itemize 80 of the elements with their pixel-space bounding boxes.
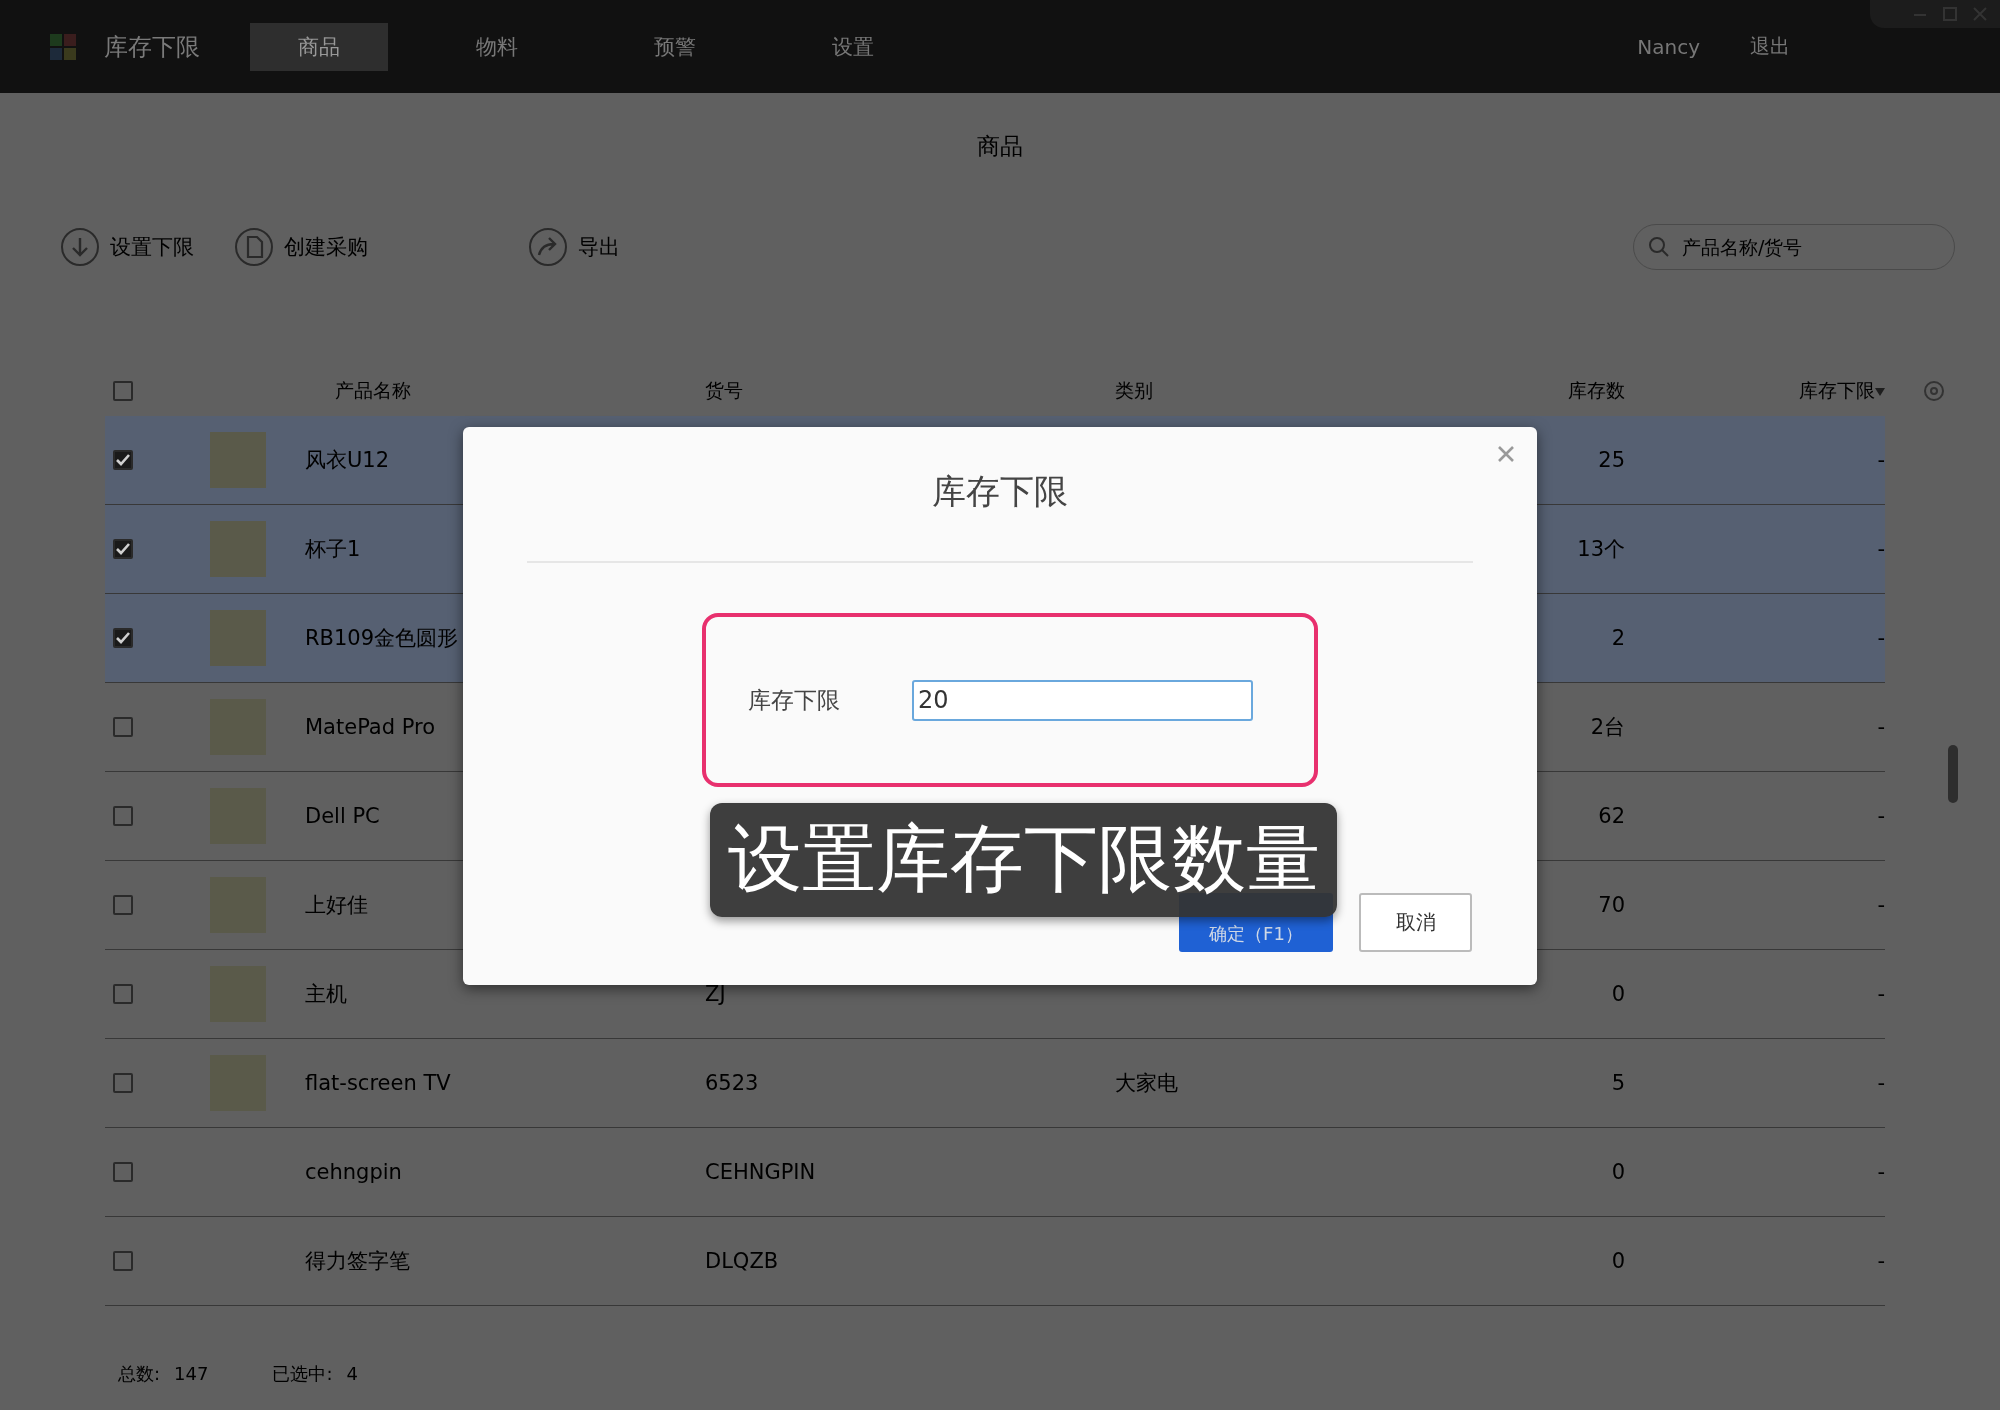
nav-tab[interactable]: 物料 bbox=[428, 22, 566, 71]
table-cell-text: 杯子1 bbox=[305, 536, 362, 563]
total-count: 147 bbox=[174, 1363, 209, 1384]
logo-icon bbox=[48, 31, 78, 62]
page-title: 商品 bbox=[976, 132, 1024, 161]
table-cell-text: - bbox=[1876, 1160, 1885, 1184]
column-header[interactable]: 类别 bbox=[1115, 378, 1515, 404]
table-cell-text: 2台 bbox=[1589, 714, 1625, 741]
table-cell-text: RB109金色圆形 bbox=[305, 625, 460, 652]
caption-overlay: 设置库存下限数量 bbox=[710, 803, 1337, 917]
table-cell-text: 25 bbox=[1597, 448, 1625, 472]
checkbox[interactable] bbox=[113, 895, 133, 915]
total-label: 总数: bbox=[118, 1363, 161, 1384]
table-cell-text: 风衣U12 bbox=[305, 447, 391, 474]
field-label: 库存下限 bbox=[748, 685, 841, 715]
column-header[interactable]: 库存下限 bbox=[1625, 378, 1885, 404]
selected-label: 已选中: bbox=[272, 1363, 333, 1384]
input-field[interactable]: 20 bbox=[912, 679, 1253, 721]
toolbar-button[interactable]: 创建采购 bbox=[234, 227, 368, 267]
table-cell-text: cehngpin bbox=[305, 1160, 403, 1184]
selected-count: 4 bbox=[346, 1363, 358, 1384]
column-header[interactable]: 货号 bbox=[705, 378, 1115, 404]
table-cell-text: 2 bbox=[1610, 626, 1625, 650]
table-cell-text: - bbox=[1876, 1249, 1885, 1273]
cancel-button[interactable]: 取消 bbox=[1359, 893, 1472, 952]
table-cell-text: - bbox=[1876, 448, 1885, 472]
table-cell-text: ZJ bbox=[705, 982, 727, 1006]
table-cell-text: - bbox=[1876, 626, 1885, 650]
table-cell-text: - bbox=[1876, 537, 1885, 561]
table-cell-text: 上好佳 bbox=[305, 892, 369, 919]
table-cell-text: 13个 bbox=[1576, 536, 1625, 563]
toolbar-button[interactable]: 设置下限 bbox=[60, 227, 194, 267]
table-cell-text: 5 bbox=[1610, 1071, 1625, 1095]
search-field[interactable]: 产品名称/货号 bbox=[1633, 224, 1955, 270]
user-name[interactable]: Nancy bbox=[1637, 34, 1700, 59]
toolbar-button[interactable]: 导出 bbox=[528, 227, 620, 267]
table-cell-text: 0 bbox=[1610, 1160, 1625, 1184]
checkbox[interactable] bbox=[113, 1251, 133, 1271]
nav-tab[interactable]: 设置 bbox=[784, 22, 922, 71]
checkbox[interactable] bbox=[113, 806, 133, 826]
table-cell-text: 0 bbox=[1610, 982, 1625, 1006]
table-cell-text: 70 bbox=[1597, 893, 1625, 917]
checkbox[interactable] bbox=[113, 450, 133, 470]
table-cell-text: 大家电 bbox=[1115, 1070, 1179, 1097]
checkbox[interactable] bbox=[113, 984, 133, 1004]
table-cell-text: 主机 bbox=[305, 981, 348, 1008]
checkbox[interactable] bbox=[113, 717, 133, 737]
checkbox[interactable] bbox=[113, 381, 133, 401]
table-cell-text: flat-screen TV bbox=[305, 1071, 452, 1095]
nav-tab[interactable]: 商品 bbox=[250, 22, 388, 71]
dialog-title: 库存下限 bbox=[932, 470, 1068, 513]
checkbox[interactable] bbox=[113, 539, 133, 559]
download-icon bbox=[60, 227, 100, 267]
table-cell-text: - bbox=[1876, 804, 1885, 828]
logout-link[interactable]: 退出 bbox=[1750, 33, 1790, 60]
checkbox[interactable] bbox=[113, 1073, 133, 1093]
checkbox[interactable] bbox=[113, 1162, 133, 1182]
sort-caret-icon[interactable] bbox=[1875, 387, 1885, 396]
table-cell-text: - bbox=[1876, 1071, 1885, 1095]
table-cell-text: 得力签字笔 bbox=[305, 1248, 411, 1275]
column-header[interactable]: 库存数 bbox=[1515, 378, 1625, 404]
table-cell-text: 0 bbox=[1610, 1249, 1625, 1273]
table-cell-text: - bbox=[1876, 893, 1885, 917]
checkbox[interactable] bbox=[113, 628, 133, 648]
table-cell-text: DLQZB bbox=[705, 1249, 780, 1273]
table-cell-text: Dell PC bbox=[305, 804, 381, 828]
nav-tab[interactable]: 预警 bbox=[606, 22, 744, 71]
table-cell-text: - bbox=[1876, 715, 1885, 739]
column-header[interactable]: 产品名称 bbox=[305, 378, 705, 404]
search-icon bbox=[1647, 235, 1671, 259]
scrollbar[interactable] bbox=[1948, 745, 1958, 803]
table-cell-text: CEHNGPIN bbox=[705, 1160, 817, 1184]
table-cell-text: 6523 bbox=[705, 1071, 760, 1095]
table-cell-text: 62 bbox=[1597, 804, 1625, 828]
document-icon bbox=[234, 227, 274, 267]
share-icon bbox=[528, 227, 568, 267]
app-title: 库存下限 bbox=[104, 31, 200, 63]
settings-icon[interactable] bbox=[1923, 380, 1945, 402]
table-cell-text: MatePad Pro bbox=[305, 715, 437, 739]
table-cell-text: - bbox=[1876, 982, 1885, 1006]
